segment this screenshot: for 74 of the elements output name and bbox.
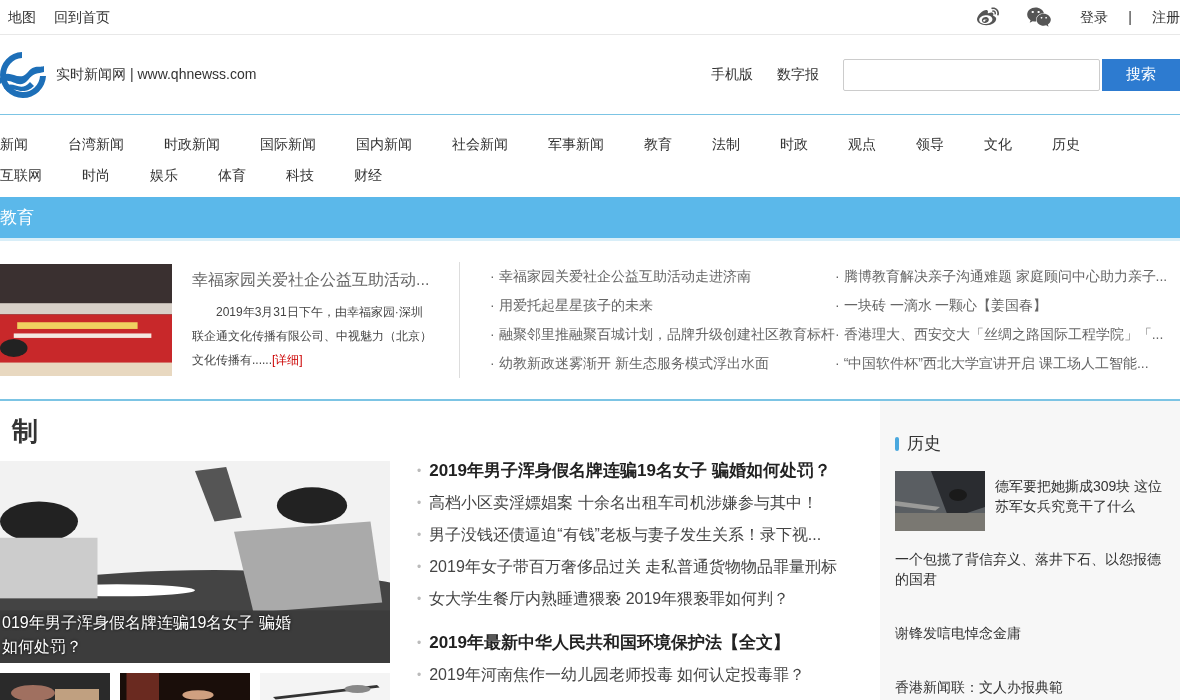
bullet: · [490, 325, 495, 344]
bullet: · [490, 267, 495, 286]
news-link[interactable]: “中国软件杯”西北大学宣讲开启 课工场人工智能... [843, 353, 1149, 374]
headline-link[interactable]: 2019年河南焦作一幼儿园老师投毒 如何认定投毒罪？ [429, 663, 806, 687]
news-link[interactable]: 香港理大、西安交大「丝绸之路国际工程学院」「... [843, 324, 1164, 345]
bullet: • [417, 559, 422, 576]
news-link[interactable]: 一块砖 一滴水 一颗心【姜国春】 [843, 295, 1048, 316]
nav-link[interactable]: 时政新闻 [164, 129, 260, 160]
nav-link[interactable]: 娱乐 [150, 160, 218, 191]
nav-link[interactable]: 台湾新闻 [68, 129, 164, 160]
nav-link[interactable]: 财经 [354, 160, 422, 191]
bullet: • [417, 635, 422, 652]
headline-link[interactable]: 女大学生餐厅内熟睡遭猥亵 2019年猥亵罪如何判？ [429, 587, 790, 611]
top-link[interactable]: 注册 [1152, 6, 1180, 28]
bullet: • [417, 463, 422, 480]
history-link[interactable]: 谢锋发唁电悼念金庸 [895, 622, 1165, 643]
news-link[interactable]: 融聚邻里推融聚百城计划，品牌升级创建社区教育标杆 [498, 324, 835, 345]
bullet: • [417, 495, 422, 512]
nav-link[interactable]: 教育 [644, 129, 712, 160]
bullet: · [835, 267, 840, 286]
section-title: 制 [10, 415, 39, 448]
bullet: • [417, 527, 422, 544]
nav-link[interactable]: 军事新闻 [548, 129, 644, 160]
bullet: · [490, 354, 495, 373]
logo-icon [0, 49, 48, 100]
bullet: · [490, 296, 495, 315]
top-link[interactable]: 地图 [8, 6, 36, 28]
top-link[interactable]: 登录 [1080, 6, 1109, 28]
title-marker [895, 436, 899, 451]
header-link[interactable]: 数字报 [777, 64, 819, 85]
nav-link[interactable]: 观点 [848, 129, 916, 160]
nav-link[interactable]: 文化 [984, 129, 1052, 160]
news-link[interactable]: 幼教新政迷雾渐开 新生态服务模式浮出水面 [498, 353, 769, 374]
nav-link[interactable]: 领导 [916, 129, 984, 160]
search-button[interactable]: 搜索 [1102, 58, 1180, 91]
nav-link[interactable]: 时政 [780, 129, 848, 160]
header-link[interactable]: 手机版 [711, 64, 753, 85]
nav-link[interactable]: 历史 [1052, 129, 1120, 160]
wechat-icon[interactable] [1026, 6, 1053, 28]
bullet: · [835, 325, 840, 344]
headline-link[interactable]: 2019年最新中华人民共和国环境保护法【全文】 [429, 630, 791, 656]
separator: | [1128, 7, 1132, 27]
headline-link[interactable]: 2019年女子带百万奢侈品过关 走私普通货物物品罪量刑标 [429, 555, 838, 579]
headline-link[interactable]: 男子没钱还债逼迫“有钱”老板与妻子发生关系！录下视... [429, 523, 822, 547]
history-link[interactable]: 香港新闻联：文人办报典範 [895, 676, 1165, 697]
headline-link[interactable]: 高档小区卖淫嫖娼案 十余名出租车司机涉嫌参与其中！ [429, 491, 818, 515]
bullet: • [417, 667, 422, 684]
top-link[interactable]: 回到首页 [54, 6, 110, 28]
news-link[interactable]: 幸福家园关爱社企公益互助活动走进济南 [498, 266, 751, 287]
nav-link[interactable]: 社会新闻 [452, 129, 548, 160]
detail-link[interactable]: [详细] [272, 353, 303, 367]
site-name: 实时新闻网 | www.qhnewss.com [56, 65, 257, 84]
nav-link[interactable]: 新闻 [0, 129, 68, 160]
news-link[interactable]: 腾博教育解决亲子沟通难题 家庭顾问中心助力亲子... [843, 266, 1168, 287]
feature-summary: 2019年3月31日下午，由幸福家园·深圳联企通文化传播有限公司、中视魅力（北京）文化传播有......[详细] [192, 304, 432, 369]
section-title: 教育 [0, 206, 34, 229]
bullet: · [835, 354, 840, 373]
news-link[interactable]: 用爱托起星星孩子的未来 [498, 295, 653, 316]
history-link[interactable]: 一个包揽了背信弃义、落井下石、以怨报德的国君 [895, 548, 1165, 589]
bullet: • [417, 591, 422, 608]
nav-link[interactable]: 互联网 [0, 160, 82, 191]
nav-link[interactable]: 国际新闻 [260, 129, 356, 160]
nav-link[interactable]: 科技 [286, 160, 354, 191]
feature-headline[interactable]: 幸福家园关爱社企公益互助活动... [192, 268, 432, 292]
headline-link[interactable]: 2019年男子浑身假名牌连骗19名女子 骗婚如何处罚？ [429, 458, 831, 484]
nav-link[interactable]: 国内新闻 [356, 129, 452, 160]
nav-link[interactable]: 时尚 [82, 160, 150, 191]
nav-link[interactable]: 体育 [218, 160, 286, 191]
bullet: · [835, 296, 840, 315]
weibo-icon[interactable] [976, 6, 1001, 28]
nav-link[interactable]: 法制 [712, 129, 780, 160]
sidebar-title: 历史 [907, 433, 941, 455]
history-link[interactable]: 德军要把她撕成309块 这位苏军女兵究竟干了什么 [995, 475, 1165, 516]
search-field[interactable] [843, 58, 1100, 91]
